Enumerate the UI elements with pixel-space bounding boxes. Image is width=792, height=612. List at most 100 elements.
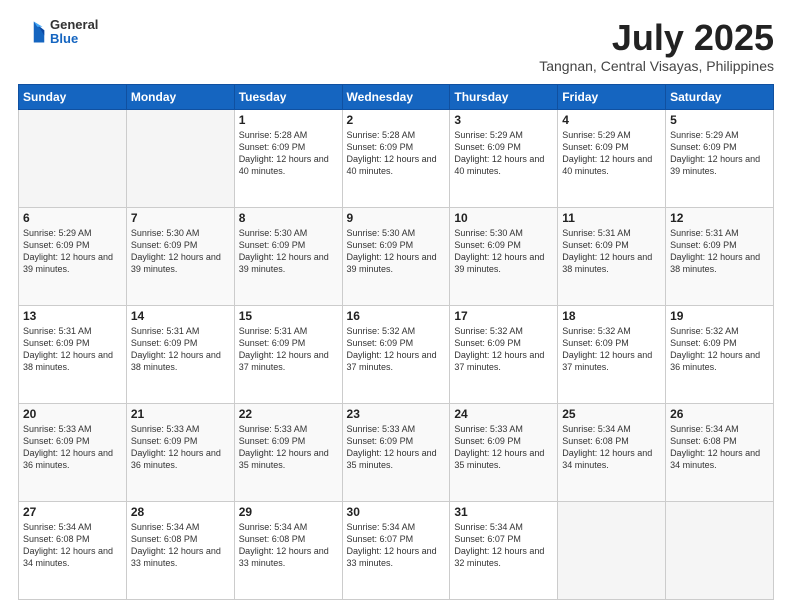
day-number: 13 <box>23 309 122 323</box>
calendar-cell: 10 Sunrise: 5:30 AM Sunset: 6:09 PM Dayli… <box>450 207 558 305</box>
day-number: 10 <box>454 211 553 225</box>
calendar-cell: 23 Sunrise: 5:33 AM Sunset: 6:09 PM Dayli… <box>342 403 450 501</box>
calendar-cell: 8 Sunrise: 5:30 AM Sunset: 6:09 PM Daylig… <box>234 207 342 305</box>
logo-blue: Blue <box>50 32 98 46</box>
day-info: Sunrise: 5:28 AM Sunset: 6:09 PM Dayligh… <box>347 129 446 178</box>
calendar-cell: 3 Sunrise: 5:29 AM Sunset: 6:09 PM Daylig… <box>450 109 558 207</box>
day-number: 31 <box>454 505 553 519</box>
day-info: Sunrise: 5:33 AM Sunset: 6:09 PM Dayligh… <box>239 423 338 472</box>
calendar-cell: 31 Sunrise: 5:34 AM Sunset: 6:07 PM Dayli… <box>450 501 558 599</box>
header: General Blue July 2025 Tangnan, Central … <box>18 18 774 74</box>
day-number: 24 <box>454 407 553 421</box>
calendar-cell: 24 Sunrise: 5:33 AM Sunset: 6:09 PM Dayli… <box>450 403 558 501</box>
calendar-cell: 21Sunrise: 5:33 AM Sunset: 6:09 PM Dayli… <box>126 403 234 501</box>
day-number: 7 <box>131 211 230 225</box>
day-info: Sunrise: 5:29 AM Sunset: 6:09 PM Dayligh… <box>562 129 661 178</box>
day-info: Sunrise: 5:31 AM Sunset: 6:09 PM Dayligh… <box>239 325 338 374</box>
calendar-table: SundayMondayTuesdayWednesdayThursdayFrid… <box>18 84 774 600</box>
calendar-cell: 22Sunrise: 5:33 AM Sunset: 6:09 PM Dayli… <box>234 403 342 501</box>
day-number: 20 <box>23 407 122 421</box>
day-info: Sunrise: 5:33 AM Sunset: 6:09 PM Dayligh… <box>454 423 553 472</box>
calendar-cell: 29 Sunrise: 5:34 AM Sunset: 6:08 PM Dayli… <box>234 501 342 599</box>
day-number: 16 <box>347 309 446 323</box>
location: Tangnan, Central Visayas, Philippines <box>539 58 774 74</box>
day-number: 26 <box>670 407 769 421</box>
calendar-cell: 5 Sunrise: 5:29 AM Sunset: 6:09 PM Daylig… <box>666 109 774 207</box>
day-info: Sunrise: 5:32 AM Sunset: 6:09 PM Dayligh… <box>670 325 769 374</box>
day-number: 3 <box>454 113 553 127</box>
day-info: Sunrise: 5:32 AM Sunset: 6:09 PM Dayligh… <box>454 325 553 374</box>
day-info: Sunrise: 5:31 AM Sunset: 6:09 PM Dayligh… <box>670 227 769 276</box>
day-info: Sunrise: 5:34 AM Sunset: 6:08 PM Dayligh… <box>131 521 230 570</box>
day-info: Sunrise: 5:34 AM Sunset: 6:08 PM Dayligh… <box>562 423 661 472</box>
page: General Blue July 2025 Tangnan, Central … <box>0 0 792 612</box>
day-info: Sunrise: 5:34 AM Sunset: 6:07 PM Dayligh… <box>347 521 446 570</box>
day-number: 6 <box>23 211 122 225</box>
day-number: 15 <box>239 309 338 323</box>
logo-text: General Blue <box>50 18 98 47</box>
day-header-friday: Friday <box>558 84 666 109</box>
day-info: Sunrise: 5:31 AM Sunset: 6:09 PM Dayligh… <box>23 325 122 374</box>
calendar-cell: 2 Sunrise: 5:28 AM Sunset: 6:09 PM Daylig… <box>342 109 450 207</box>
day-number: 25 <box>562 407 661 421</box>
day-number: 8 <box>239 211 338 225</box>
day-info: Sunrise: 5:29 AM Sunset: 6:09 PM Dayligh… <box>23 227 122 276</box>
day-info: Sunrise: 5:29 AM Sunset: 6:09 PM Dayligh… <box>670 129 769 178</box>
logo-icon <box>18 18 46 46</box>
day-header-sunday: Sunday <box>19 84 127 109</box>
day-info: Sunrise: 5:32 AM Sunset: 6:09 PM Dayligh… <box>347 325 446 374</box>
day-info: Sunrise: 5:28 AM Sunset: 6:09 PM Dayligh… <box>239 129 338 178</box>
calendar-cell: 6 Sunrise: 5:29 AM Sunset: 6:09 PM Daylig… <box>19 207 127 305</box>
calendar-week-3: 13 Sunrise: 5:31 AM Sunset: 6:09 PM Dayli… <box>19 305 774 403</box>
day-number: 17 <box>454 309 553 323</box>
day-number: 5 <box>670 113 769 127</box>
day-number: 19 <box>670 309 769 323</box>
calendar-header-row: SundayMondayTuesdayWednesdayThursdayFrid… <box>19 84 774 109</box>
calendar-cell: 7 Sunrise: 5:30 AM Sunset: 6:09 PM Daylig… <box>126 207 234 305</box>
calendar-cell <box>666 501 774 599</box>
day-info: Sunrise: 5:34 AM Sunset: 6:08 PM Dayligh… <box>239 521 338 570</box>
day-info: Sunrise: 5:34 AM Sunset: 6:08 PM Dayligh… <box>670 423 769 472</box>
day-info: Sunrise: 5:33 AM Sunset: 6:09 PM Dayligh… <box>23 423 122 472</box>
day-number: 29 <box>239 505 338 519</box>
calendar-cell: 17 Sunrise: 5:32 AM Sunset: 6:09 PM Dayli… <box>450 305 558 403</box>
day-number: 2 <box>347 113 446 127</box>
day-header-saturday: Saturday <box>666 84 774 109</box>
title-block: July 2025 Tangnan, Central Visayas, Phil… <box>539 18 774 74</box>
calendar-cell: 20 Sunrise: 5:33 AM Sunset: 6:09 PM Dayli… <box>19 403 127 501</box>
day-info: Sunrise: 5:29 AM Sunset: 6:09 PM Dayligh… <box>454 129 553 178</box>
day-header-monday: Monday <box>126 84 234 109</box>
calendar-week-4: 20 Sunrise: 5:33 AM Sunset: 6:09 PM Dayli… <box>19 403 774 501</box>
calendar-cell: 9Sunrise: 5:30 AM Sunset: 6:09 PM Daylig… <box>342 207 450 305</box>
calendar-cell <box>126 109 234 207</box>
day-info: Sunrise: 5:34 AM Sunset: 6:07 PM Dayligh… <box>454 521 553 570</box>
calendar-cell <box>19 109 127 207</box>
day-number: 1 <box>239 113 338 127</box>
calendar-cell: 11Sunrise: 5:31 AM Sunset: 6:09 PM Dayli… <box>558 207 666 305</box>
day-number: 4 <box>562 113 661 127</box>
calendar-cell: 18 Sunrise: 5:32 AM Sunset: 6:09 PM Dayli… <box>558 305 666 403</box>
day-number: 11 <box>562 211 661 225</box>
logo: General Blue <box>18 18 98 47</box>
day-info: Sunrise: 5:32 AM Sunset: 6:09 PM Dayligh… <box>562 325 661 374</box>
day-info: Sunrise: 5:30 AM Sunset: 6:09 PM Dayligh… <box>131 227 230 276</box>
calendar-cell: 14Sunrise: 5:31 AM Sunset: 6:09 PM Dayli… <box>126 305 234 403</box>
day-number: 12 <box>670 211 769 225</box>
day-info: Sunrise: 5:33 AM Sunset: 6:09 PM Dayligh… <box>347 423 446 472</box>
day-number: 18 <box>562 309 661 323</box>
calendar-cell: 13 Sunrise: 5:31 AM Sunset: 6:09 PM Dayli… <box>19 305 127 403</box>
calendar-week-1: 1 Sunrise: 5:28 AM Sunset: 6:09 PM Daylig… <box>19 109 774 207</box>
calendar-cell: 27Sunrise: 5:34 AM Sunset: 6:08 PM Dayli… <box>19 501 127 599</box>
calendar-cell: 26 Sunrise: 5:34 AM Sunset: 6:08 PM Dayli… <box>666 403 774 501</box>
day-header-thursday: Thursday <box>450 84 558 109</box>
day-info: Sunrise: 5:30 AM Sunset: 6:09 PM Dayligh… <box>239 227 338 276</box>
calendar-cell: 4 Sunrise: 5:29 AM Sunset: 6:09 PM Daylig… <box>558 109 666 207</box>
day-info: Sunrise: 5:30 AM Sunset: 6:09 PM Dayligh… <box>454 227 553 276</box>
day-info: Sunrise: 5:31 AM Sunset: 6:09 PM Dayligh… <box>131 325 230 374</box>
day-number: 28 <box>131 505 230 519</box>
day-number: 23 <box>347 407 446 421</box>
calendar-week-2: 6 Sunrise: 5:29 AM Sunset: 6:09 PM Daylig… <box>19 207 774 305</box>
calendar-week-5: 27Sunrise: 5:34 AM Sunset: 6:08 PM Dayli… <box>19 501 774 599</box>
day-number: 21 <box>131 407 230 421</box>
calendar-cell: 25 Sunrise: 5:34 AM Sunset: 6:08 PM Dayli… <box>558 403 666 501</box>
